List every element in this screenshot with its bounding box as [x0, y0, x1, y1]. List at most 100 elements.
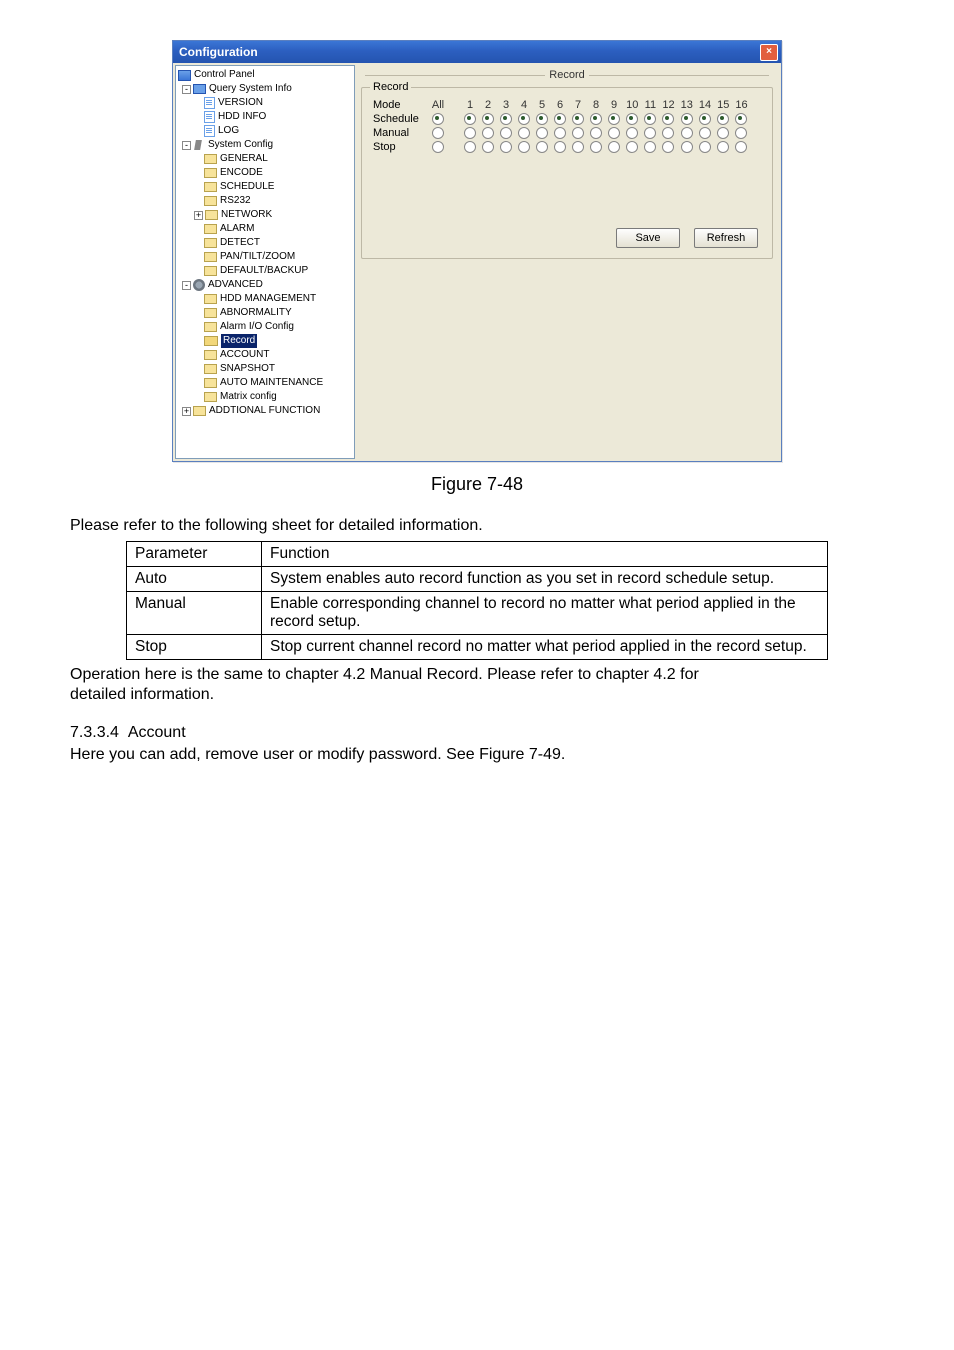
radio[interactable] — [699, 127, 711, 139]
close-icon[interactable]: × — [760, 44, 778, 61]
tree-item-rs232[interactable]: RS232 — [178, 194, 354, 208]
radio[interactable] — [735, 127, 747, 139]
radio[interactable] — [662, 127, 674, 139]
radio[interactable] — [590, 141, 602, 153]
radio-manual-all[interactable] — [432, 127, 444, 139]
radio[interactable] — [626, 141, 638, 153]
radio[interactable] — [500, 127, 512, 139]
radio[interactable] — [500, 141, 512, 153]
tree-item-default[interactable]: DEFAULT/BACKUP — [178, 264, 354, 278]
tree-system[interactable]: - System Config — [178, 138, 354, 152]
radio[interactable] — [644, 113, 656, 125]
function-cell: Stop current channel record no matter wh… — [262, 635, 828, 660]
tree-item-abnormality[interactable]: ABNORMALITY — [178, 306, 354, 320]
radio[interactable] — [536, 113, 548, 125]
radio[interactable] — [626, 127, 638, 139]
tree-network[interactable]: + NETWORK — [178, 208, 354, 222]
tree-item-ptz[interactable]: PAN/TILT/ZOOM — [178, 250, 354, 264]
radio[interactable] — [626, 113, 638, 125]
radio[interactable] — [518, 113, 530, 125]
tree-additional[interactable]: + ADDTIONAL FUNCTION — [178, 404, 354, 418]
tree-item-hddmgmt[interactable]: HDD MANAGEMENT — [178, 292, 354, 306]
tree-item-encode[interactable]: ENCODE — [178, 166, 354, 180]
refresh-button[interactable]: Refresh — [694, 228, 758, 248]
control-panel-icon — [178, 70, 191, 81]
radio[interactable] — [572, 113, 584, 125]
radio[interactable] — [608, 141, 620, 153]
body-text: Operation here is the same to chapter 4.… — [70, 666, 884, 684]
radio[interactable] — [699, 113, 711, 125]
folder-icon — [204, 266, 217, 276]
configuration-window: Configuration × Control Panel - — [172, 40, 782, 462]
radio[interactable] — [554, 113, 566, 125]
radio[interactable] — [482, 141, 494, 153]
radio[interactable] — [608, 127, 620, 139]
radio[interactable] — [518, 141, 530, 153]
expand-icon[interactable]: + — [194, 211, 203, 220]
collapse-icon[interactable]: - — [182, 281, 191, 290]
radio[interactable] — [608, 113, 620, 125]
tree-item-detect[interactable]: DETECT — [178, 236, 354, 250]
folder-icon — [193, 84, 206, 94]
radio[interactable] — [554, 127, 566, 139]
folder-icon — [204, 224, 217, 234]
tree-query[interactable]: - Query System Info — [178, 82, 354, 96]
radio[interactable] — [590, 113, 602, 125]
radio[interactable] — [572, 141, 584, 153]
folder-icon — [204, 252, 217, 262]
radio[interactable] — [518, 127, 530, 139]
radio[interactable] — [681, 113, 693, 125]
radio[interactable] — [717, 127, 729, 139]
radio[interactable] — [536, 127, 548, 139]
radio[interactable] — [536, 141, 548, 153]
folder-icon — [193, 406, 206, 416]
tree-root[interactable]: Control Panel — [178, 68, 354, 82]
radio[interactable] — [572, 127, 584, 139]
tree-advanced[interactable]: - ADVANCED — [178, 278, 354, 292]
save-button[interactable]: Save — [616, 228, 680, 248]
radio[interactable] — [735, 141, 747, 153]
radio[interactable] — [482, 113, 494, 125]
tree-item-schedule[interactable]: SCHEDULE — [178, 180, 354, 194]
tree-item-record[interactable]: Record — [178, 334, 354, 348]
tree-item-alarmio[interactable]: Alarm I/O Config — [178, 320, 354, 334]
sheet-icon — [204, 111, 215, 123]
tree-item-log[interactable]: LOG — [178, 124, 354, 138]
radio[interactable] — [500, 113, 512, 125]
tree-item-snapshot[interactable]: SNAPSHOT — [178, 362, 354, 376]
param-cell: Auto — [127, 567, 262, 592]
radio-schedule-all[interactable] — [432, 113, 444, 125]
tree-item-alarm[interactable]: ALARM — [178, 222, 354, 236]
collapse-icon[interactable]: - — [182, 141, 191, 150]
expand-icon[interactable]: + — [182, 407, 191, 416]
tree-item-version[interactable]: VERSION — [178, 96, 354, 110]
radio[interactable] — [644, 141, 656, 153]
radio[interactable] — [681, 141, 693, 153]
collapse-icon[interactable]: - — [182, 85, 191, 94]
radio[interactable] — [717, 141, 729, 153]
radio[interactable] — [482, 127, 494, 139]
intro-text: Please refer to the following sheet for … — [70, 517, 884, 535]
radio[interactable] — [554, 141, 566, 153]
radio[interactable] — [735, 113, 747, 125]
radio[interactable] — [717, 113, 729, 125]
tree-item-automaint[interactable]: AUTO MAINTENANCE — [178, 376, 354, 390]
titlebar[interactable]: Configuration × — [173, 41, 781, 63]
table-header-function: Function — [262, 542, 828, 567]
function-cell: Enable corresponding channel to record n… — [262, 592, 828, 635]
radio[interactable] — [662, 141, 674, 153]
radio[interactable] — [464, 127, 476, 139]
radio[interactable] — [681, 127, 693, 139]
tree-item-hddinfo[interactable]: HDD INFO — [178, 110, 354, 124]
radio[interactable] — [464, 141, 476, 153]
radio-stop-all[interactable] — [432, 141, 444, 153]
radio[interactable] — [644, 127, 656, 139]
radio[interactable] — [590, 127, 602, 139]
tree-item-account[interactable]: ACCOUNT — [178, 348, 354, 362]
radio[interactable] — [464, 113, 476, 125]
tree-item-matrix[interactable]: Matrix config — [178, 390, 354, 404]
window-title: Configuration — [179, 45, 258, 59]
radio[interactable] — [699, 141, 711, 153]
radio[interactable] — [662, 113, 674, 125]
tree-item-general[interactable]: GENERAL — [178, 152, 354, 166]
